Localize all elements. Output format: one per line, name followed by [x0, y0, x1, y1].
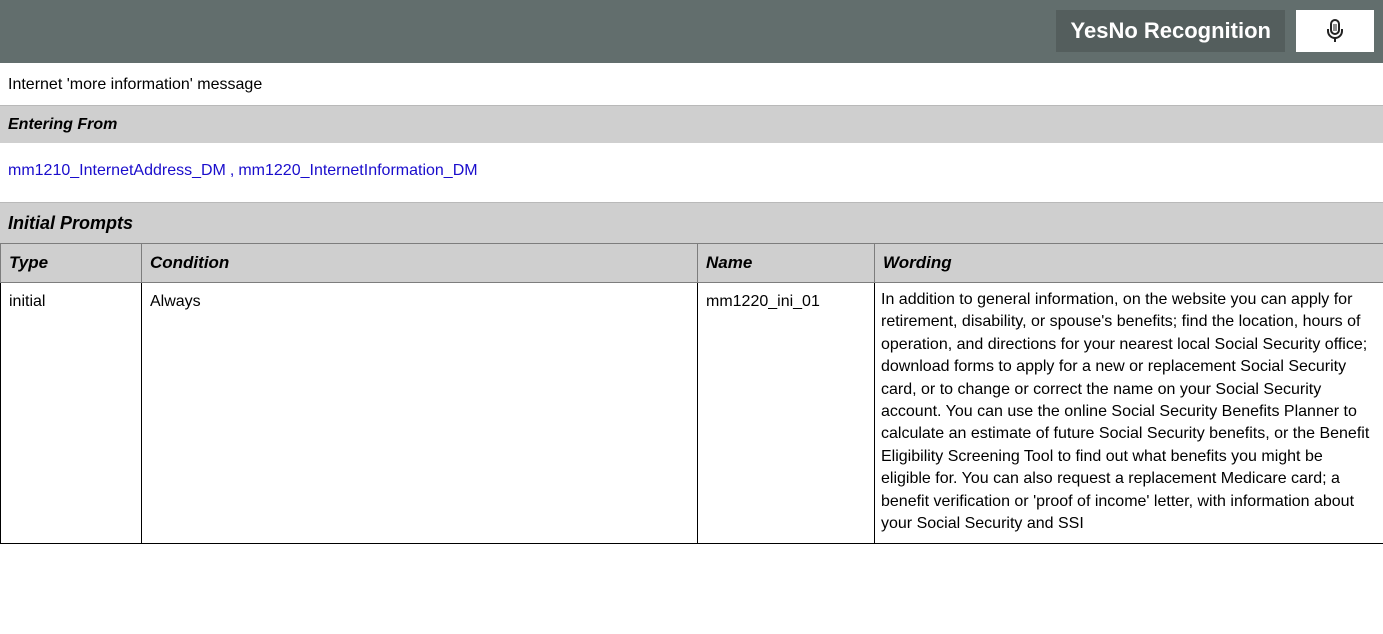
entering-link-internet-address[interactable]: mm1210_InternetAddress_DM: [8, 162, 226, 179]
title-bar: YesNo Recognition: [0, 0, 1383, 63]
dialog-title: YesNo Recognition: [1056, 10, 1285, 52]
column-header-wording: Wording: [874, 243, 1383, 283]
entering-link-internet-information[interactable]: mm1220_InternetInformation_DM: [238, 162, 477, 179]
column-header-type: Type: [0, 243, 142, 283]
state-description: Internet 'more information' message: [0, 63, 1383, 106]
cell-wording: In addition to general information, on t…: [874, 281, 1383, 545]
entering-from-heading: Entering From: [0, 106, 1383, 143]
cell-name: mm1220_ini_01: [697, 281, 875, 545]
initial-prompts-table: Type Condition Name Wording initial Alwa…: [0, 243, 1383, 545]
initial-prompts-heading: Initial Prompts: [0, 203, 1383, 243]
table-row: initial Always mm1220_ini_01 In addition…: [0, 281, 1383, 545]
link-separator: ,: [229, 162, 235, 179]
microphone-icon: [1296, 10, 1374, 52]
cell-condition: Always: [141, 281, 698, 545]
table-header-row: Type Condition Name Wording: [0, 243, 1383, 283]
entering-from-links: mm1210_InternetAddress_DM, mm1220_Interne…: [0, 143, 1383, 203]
column-header-condition: Condition: [141, 243, 698, 283]
column-header-name: Name: [697, 243, 875, 283]
cell-type: initial: [0, 281, 142, 545]
